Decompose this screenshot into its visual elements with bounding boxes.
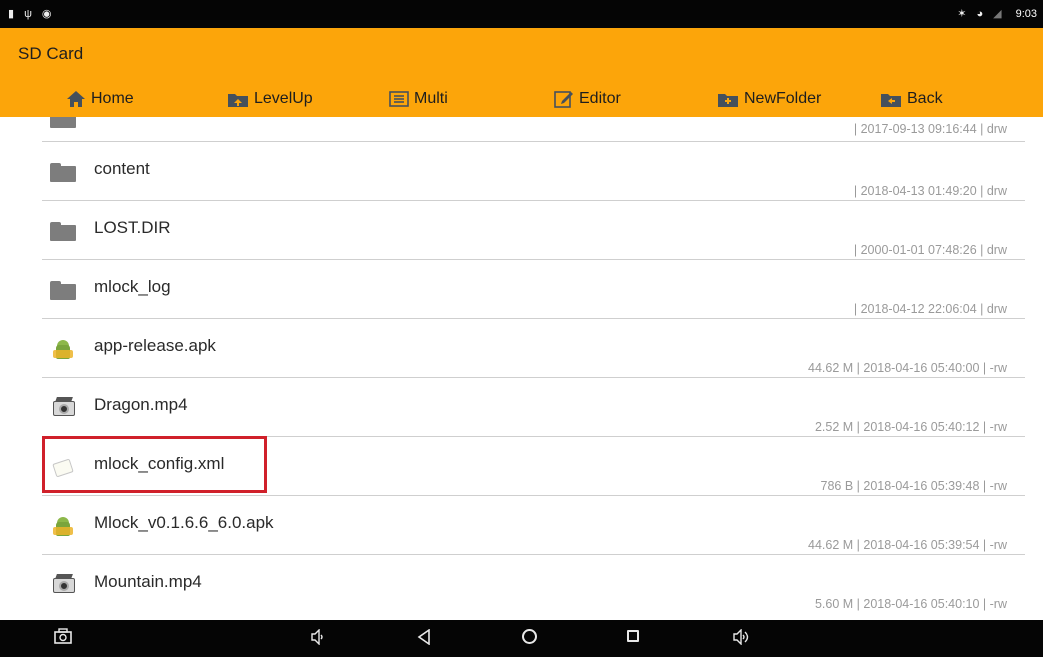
list-item[interactable]: Mlock_v0.1.6.6_6.0.apk 44.62 M | 2018-04… bbox=[42, 496, 1025, 555]
status-time: 9:03 bbox=[1015, 8, 1037, 20]
newfolder-label: NewFolder bbox=[744, 90, 822, 107]
file-meta: | 2000-01-01 07:48:26 | drw bbox=[853, 243, 1007, 257]
file-name: app-release.apk bbox=[94, 336, 216, 355]
home-circle-icon[interactable] bbox=[522, 629, 537, 644]
selection-highlight bbox=[42, 436, 267, 493]
bluetooth-icon: ✶ bbox=[957, 7, 967, 20]
list-item[interactable]: content | 2018-04-13 01:49:20 | drw bbox=[42, 142, 1025, 201]
file-meta: 2.52 M | 2018-04-16 05:40:12 | -rw bbox=[814, 420, 1007, 434]
sd-card-icon: ▮ bbox=[8, 7, 15, 20]
file-meta: 786 B | 2018-04-16 05:39:48 | -rw bbox=[820, 479, 1007, 493]
recents-icon[interactable] bbox=[627, 630, 639, 642]
navigation-bar bbox=[0, 620, 1043, 657]
file-meta: 5.60 M | 2018-04-16 05:40:10 | -rw bbox=[814, 597, 1007, 611]
file-list: | 2017-09-13 09:16:44 | drw content | 20… bbox=[0, 117, 1043, 613]
status-left-icons: ▮ ψ ◉ bbox=[8, 7, 52, 20]
home-icon bbox=[67, 91, 85, 107]
editor-label: Editor bbox=[579, 90, 621, 107]
file-name: LOST.DIR bbox=[94, 218, 171, 237]
folder-icon bbox=[50, 281, 76, 303]
home-button[interactable]: Home bbox=[66, 86, 134, 112]
file-meta: | 2018-04-13 01:49:20 | drw bbox=[853, 184, 1007, 198]
list-item[interactable]: | 2017-09-13 09:16:44 | drw bbox=[42, 117, 1025, 142]
levelup-button[interactable]: LevelUp bbox=[227, 86, 313, 112]
file-name: mlock_log bbox=[94, 277, 171, 296]
list-item[interactable]: Dragon.mp4 2.52 M | 2018-04-16 05:40:12 … bbox=[42, 378, 1025, 437]
list-item[interactable]: app-release.apk 44.62 M | 2018-04-16 05:… bbox=[42, 319, 1025, 378]
folder-icon bbox=[50, 222, 76, 244]
usb-icon: ψ bbox=[24, 7, 32, 20]
status-bar: ▮ ψ ◉ ✶ ◕ ◢ 9:03 bbox=[0, 0, 1043, 28]
multi-select-icon bbox=[389, 91, 409, 107]
apk-file-icon bbox=[50, 515, 76, 537]
level-up-icon bbox=[228, 93, 248, 107]
folder-icon bbox=[50, 163, 76, 185]
back-button[interactable]: Back bbox=[880, 86, 943, 112]
file-meta: 44.62 M | 2018-04-16 05:40:00 | -rw bbox=[808, 361, 1007, 375]
file-name: content bbox=[94, 159, 150, 178]
screenshot-icon[interactable] bbox=[54, 628, 72, 650]
back-icon[interactable] bbox=[417, 628, 431, 651]
page-title: SD Card bbox=[18, 44, 84, 63]
status-right-icons: ✶ ◕ ◢ 9:03 bbox=[957, 8, 1037, 20]
no-signal-icon: ◢ bbox=[993, 7, 1002, 20]
multi-button[interactable]: Multi bbox=[389, 86, 448, 112]
volume-down-icon[interactable] bbox=[310, 628, 326, 651]
list-item[interactable]: LOST.DIR | 2000-01-01 07:48:26 | drw bbox=[42, 201, 1025, 260]
file-meta: 44.62 M | 2018-04-16 05:39:54 | -rw bbox=[808, 538, 1007, 552]
file-name: Mountain.mp4 bbox=[94, 572, 202, 591]
file-name: Mlock_v0.1.6.6_6.0.apk bbox=[94, 513, 274, 532]
new-folder-icon bbox=[718, 93, 738, 107]
editor-button[interactable]: Editor bbox=[554, 86, 621, 112]
home-label: Home bbox=[91, 90, 134, 107]
multi-label: Multi bbox=[414, 90, 448, 107]
list-item[interactable]: mlock_log | 2018-04-12 22:06:04 | drw bbox=[42, 260, 1025, 319]
apk-file-icon bbox=[50, 338, 76, 360]
folder-icon bbox=[50, 117, 76, 131]
file-meta: | 2018-04-12 22:06:04 | drw bbox=[853, 302, 1007, 316]
app-header: SD Card Home LevelUp Multi Editor NewFol… bbox=[0, 28, 1043, 117]
headset-icon: ◕ bbox=[976, 7, 984, 20]
list-item[interactable]: Mountain.mp4 5.60 M | 2018-04-16 05:40:1… bbox=[42, 555, 1025, 613]
volume-up-icon[interactable] bbox=[732, 628, 752, 651]
levelup-label: LevelUp bbox=[254, 90, 313, 107]
video-file-icon bbox=[50, 395, 76, 417]
back-folder-icon bbox=[881, 93, 901, 107]
file-name: Dragon.mp4 bbox=[94, 395, 188, 414]
toolbar: Home LevelUp Multi Editor NewFolder Back bbox=[0, 86, 1043, 112]
video-file-icon bbox=[50, 572, 76, 594]
back-label: Back bbox=[907, 90, 943, 107]
newfolder-button[interactable]: NewFolder bbox=[717, 86, 821, 112]
edit-icon bbox=[554, 91, 573, 108]
file-meta: | 2017-09-13 09:16:44 | drw bbox=[853, 122, 1007, 136]
android-debug-icon: ◉ bbox=[41, 7, 52, 20]
